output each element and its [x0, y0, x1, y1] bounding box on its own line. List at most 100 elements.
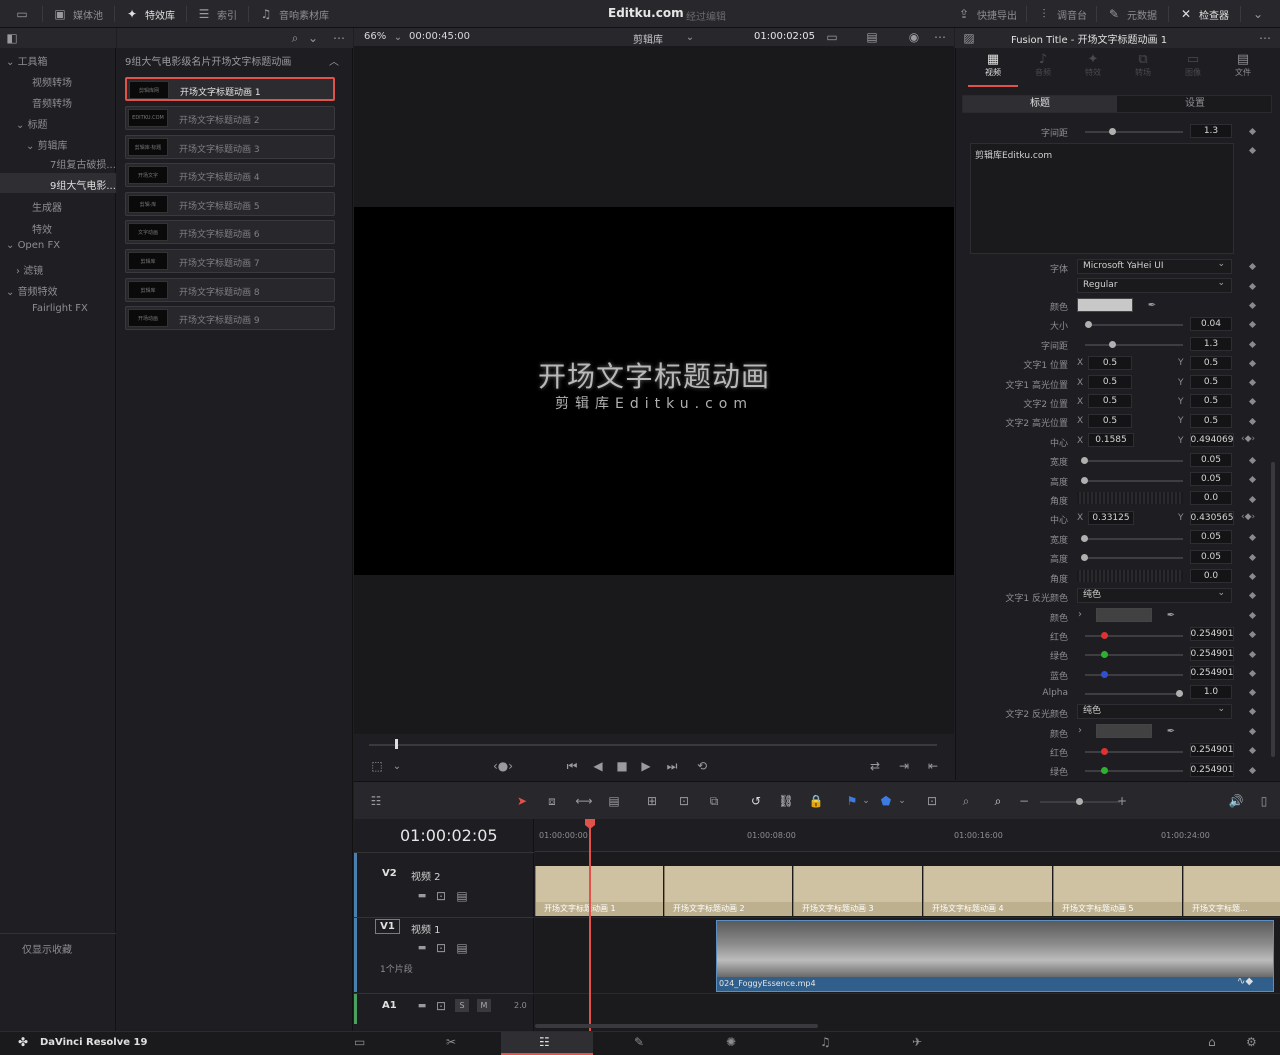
v2-lock-icon[interactable]: ▬: [414, 888, 430, 904]
alpha1-slider[interactable]: [1085, 690, 1183, 697]
tab-transition[interactable]: ⧉ 转场: [1118, 52, 1168, 78]
a1-lock-icon[interactable]: ▬: [414, 998, 430, 1014]
height2-slider[interactable]: [1081, 554, 1183, 561]
title-clip-6[interactable]: 开场文字标题...: [1183, 866, 1280, 916]
a1-autoselect-icon[interactable]: ⊡: [433, 998, 449, 1014]
sound-library-button[interactable]: ♫ 音响素材库: [258, 0, 329, 28]
effects-button[interactable]: ✦ 特效库: [124, 0, 175, 28]
zoom-in-icon[interactable]: +: [1114, 793, 1130, 809]
index-button[interactable]: ☰ 索引: [196, 0, 237, 28]
tree-retro-damage[interactable]: 7组复古破损...: [50, 156, 116, 171]
tree-audio-fx[interactable]: ⌄ 音频特效: [6, 283, 58, 298]
collapse-icon[interactable]: ⌄: [1250, 6, 1266, 22]
video-clip[interactable]: 024_FoggyEssence.mp4 ∿◆: [716, 920, 1274, 992]
replace-clip-icon[interactable]: ⧉: [706, 793, 722, 809]
mark-in-icon[interactable]: ⇥: [896, 758, 912, 774]
trim-tool-icon[interactable]: ⧈: [544, 793, 560, 809]
height1-slider[interactable]: [1081, 477, 1183, 484]
inspector-button[interactable]: ✕ 检查器: [1178, 0, 1229, 28]
scrubber-handle[interactable]: [395, 739, 398, 749]
zoom-full-icon[interactable]: ⊡: [924, 793, 940, 809]
timeline-zoom-slider[interactable]: [1040, 798, 1120, 805]
angle1-wheel[interactable]: [1077, 492, 1183, 504]
tracking2-slider[interactable]: [1085, 341, 1183, 348]
text2-highlight-x[interactable]: 0.5: [1088, 414, 1132, 428]
center2-y[interactable]: 0.430565: [1190, 511, 1234, 525]
title-card-6[interactable]: 文字动画 开场文字标题动画 6: [125, 220, 335, 244]
font-select[interactable]: Microsoft YaHei UI: [1077, 258, 1232, 274]
title-card-3[interactable]: 剪辑库·标题 开场文字标题动画 3: [125, 135, 335, 159]
video-frame[interactable]: 开场文字标题动画 剪辑库Editku.com: [354, 207, 954, 575]
size-value[interactable]: 0.04: [1190, 317, 1232, 331]
zoom-detail-icon[interactable]: ⌕: [958, 793, 974, 809]
jog-icon[interactable]: ‹●›: [493, 758, 513, 774]
insert-clip-icon[interactable]: ⊞: [644, 793, 660, 809]
title-clip-5[interactable]: 开场文字标题动画 5: [1053, 866, 1182, 916]
text1-highlight-y[interactable]: 0.5: [1190, 375, 1232, 389]
media-pool-button[interactable]: ▣ 媒体池: [52, 0, 103, 28]
width1-value[interactable]: 0.05: [1190, 453, 1232, 467]
color-page-icon[interactable]: ✺: [726, 1035, 736, 1049]
hd-output-icon[interactable]: ▤: [864, 29, 880, 45]
play-reverse-icon[interactable]: ◀: [590, 758, 606, 774]
viewer-more-icon[interactable]: ⋯: [932, 29, 948, 45]
tree-effects[interactable]: 特效: [32, 221, 52, 236]
keyframe-nav-icon[interactable]: ‹◆›: [1241, 434, 1255, 444]
zoom-dropdown-icon[interactable]: ⌄: [390, 29, 406, 45]
eyedropper-icon[interactable]: ✒: [1163, 607, 1179, 623]
more-options-icon[interactable]: ⋯: [331, 30, 347, 46]
text2-position-x[interactable]: 0.5: [1088, 394, 1132, 408]
skip-end-icon[interactable]: ⏭: [664, 758, 680, 774]
title-card-7[interactable]: 剪辑库 开场文字标题动画 7: [125, 249, 335, 273]
tree-video-transitions[interactable]: 视频转场: [32, 74, 72, 89]
title-clip-1[interactable]: 开场文字标题动画 1: [535, 866, 663, 916]
stop-icon[interactable]: ■: [614, 758, 630, 774]
text1-reflect-color-mode[interactable]: 纯色: [1077, 587, 1232, 603]
tree-generators[interactable]: 生成器: [32, 199, 62, 214]
blue1-slider[interactable]: [1085, 671, 1183, 678]
title-card-5[interactable]: 剪辑·库 开场文字标题动画 5: [125, 192, 335, 216]
v1-autoselect-icon[interactable]: ⊡: [433, 940, 449, 956]
center1-x[interactable]: 0.1585: [1088, 433, 1134, 447]
tree-toolbox[interactable]: ⌄ 工具箱: [6, 53, 48, 68]
alpha1-value[interactable]: 1.0: [1190, 685, 1232, 699]
tree-audio-transitions[interactable]: 音频转场: [32, 95, 72, 110]
inspector-more-icon[interactable]: ⋯: [1257, 30, 1273, 46]
a1-track-label[interactable]: A1: [382, 1000, 397, 1011]
a1-mute-button[interactable]: M: [477, 999, 491, 1012]
sidebar-toggle-icon[interactable]: ◧: [4, 30, 20, 46]
title-card-2[interactable]: EDITKU.COM 开场文字标题动画 2: [125, 106, 335, 130]
play-icon[interactable]: ▶: [638, 758, 654, 774]
timeline-scrollbar[interactable]: [535, 1024, 818, 1028]
green2-slider[interactable]: [1085, 767, 1183, 774]
collapse-arrow-icon[interactable]: ︿: [326, 52, 342, 68]
clip-dropdown-icon[interactable]: ⌄: [682, 29, 698, 45]
subtab-settings[interactable]: 设置: [1118, 96, 1272, 112]
tree-titles[interactable]: ⌄ 标题: [16, 116, 48, 131]
text1-position-x[interactable]: 0.5: [1088, 356, 1132, 370]
expand-arrow-icon[interactable]: ›: [1078, 609, 1082, 620]
selection-tool-icon[interactable]: ➤: [514, 793, 530, 809]
angle1-value[interactable]: 0.0: [1190, 491, 1232, 505]
skip-start-icon[interactable]: ⏮: [564, 758, 580, 774]
tab-effects[interactable]: ✦ 特效: [1068, 52, 1118, 78]
tree-cinematic-titles[interactable]: 9组大气电影...: [50, 177, 116, 192]
v1-enable-icon[interactable]: ▤: [454, 940, 470, 956]
mixer-button[interactable]: ⫶ 调音台: [1036, 0, 1087, 28]
audio-meter-icon[interactable]: ▯: [1256, 793, 1272, 809]
expand-arrow-icon[interactable]: ›: [1078, 725, 1082, 736]
title-clip-4[interactable]: 开场文字标题动画 4: [923, 866, 1052, 916]
mark-out-icon[interactable]: ⇤: [925, 758, 941, 774]
v2-track-label[interactable]: V2: [382, 868, 397, 879]
green1-value[interactable]: 0.254901: [1190, 647, 1234, 661]
zoom-custom-icon[interactable]: ⌕: [990, 793, 1006, 809]
tab-file[interactable]: ▤ 文件: [1218, 52, 1268, 78]
fairlight-page-icon[interactable]: ♫: [820, 1035, 831, 1049]
title-clip-2[interactable]: 开场文字标题动画 2: [664, 866, 792, 916]
text2-reflect-color-mode[interactable]: 纯色: [1077, 703, 1232, 719]
blue1-value[interactable]: 0.254901: [1190, 666, 1234, 680]
eyedropper-icon[interactable]: ✒: [1144, 297, 1160, 313]
match-frame-icon[interactable]: ⇄: [867, 758, 883, 774]
viewer-clip-name[interactable]: 剪辑库: [633, 31, 663, 46]
subtab-title[interactable]: 标题: [963, 96, 1117, 112]
